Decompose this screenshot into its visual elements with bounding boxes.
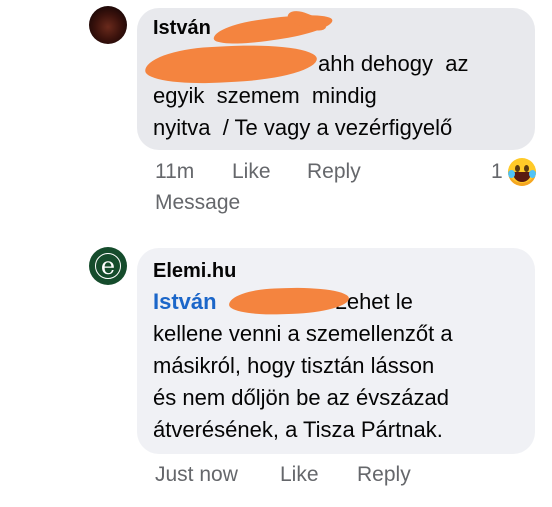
like-button[interactable]: Like — [232, 160, 271, 184]
avatar[interactable]: e — [89, 247, 127, 285]
comment-text-line: másikról, hogy tisztán lásson — [153, 353, 435, 378]
reply-button[interactable]: Reply — [307, 160, 361, 184]
comment-text-line: és nem dőljön be az évszázad — [153, 385, 449, 410]
comment-timestamp: Just now — [155, 463, 238, 486]
avatar-letter: e — [100, 252, 116, 280]
comment-bubble: István ahh dehogy az egyik szemem mindig… — [137, 7, 535, 150]
comment-bubble: Elemi.hu István Lehet le kellene venni a … — [137, 248, 535, 454]
mention-link[interactable]: István — [153, 289, 217, 314]
message-button[interactable]: Message — [155, 191, 240, 215]
reply-button[interactable]: Reply — [357, 463, 411, 487]
comment-author[interactable]: Elemi.hu — [153, 260, 236, 283]
avatar[interactable] — [89, 6, 127, 44]
comment-thread: István ahh dehogy az egyik szemem mindig… — [0, 0, 552, 507]
laughing-tears-emoji-icon[interactable] — [508, 158, 536, 186]
reaction-count[interactable]: 1 — [491, 160, 503, 184]
comment-timestamp: 11m — [155, 160, 195, 183]
comment-text-line: egyik szemem mindig — [153, 83, 377, 108]
comment-text-line: ahh dehogy az — [318, 51, 469, 76]
comment-text-line: átverésének, a Tisza Pártnak. — [153, 417, 443, 442]
like-button[interactable]: Like — [280, 463, 319, 487]
comment-author[interactable]: István — [153, 17, 211, 40]
comment-text-line: nyitva / Te vagy a vezérfigyelő — [153, 115, 453, 140]
comment-text-line: kellene venni a szemellenzőt a — [153, 321, 453, 346]
